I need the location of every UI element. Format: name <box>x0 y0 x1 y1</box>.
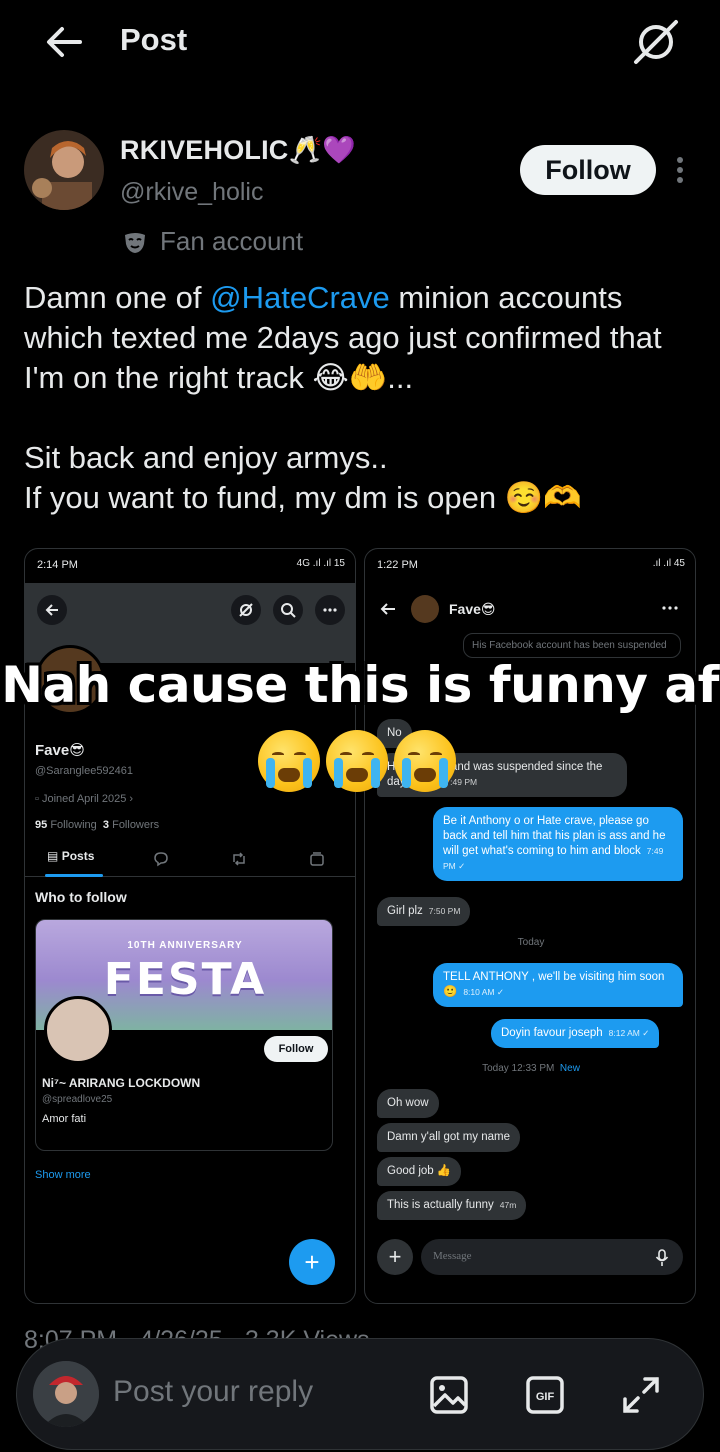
author-avatar[interactable] <box>24 130 104 210</box>
day-separator: Today <box>517 937 545 948</box>
more-options-icon <box>315 595 345 625</box>
back-arrow-icon <box>380 603 395 615</box>
media-tab-icon <box>310 852 324 866</box>
author-handle[interactable]: @rkive_holic <box>120 178 263 207</box>
profile-handle: @Saranglee592461 <box>35 765 134 777</box>
image-icon[interactable] <box>427 1373 471 1417</box>
banner-anniversary-text: 10TH ANNIVERSARY <box>127 940 243 951</box>
user-avatar <box>33 1361 99 1427</box>
chat-name: Fave😎 <box>449 601 496 617</box>
crying-face-icon <box>258 730 320 792</box>
message-in: Damn y'all got my name <box>377 1123 520 1152</box>
suggested-name: Ni⁷~ ARIRANG LOCKDOWN <box>42 1076 201 1090</box>
new-messages-separator: Today 12:33 PM New <box>365 1063 695 1074</box>
post-text: Damn one of @HateCrave minion accounts w… <box>24 278 704 518</box>
suggested-bio: Amor fati <box>42 1113 87 1125</box>
tab-posts: ▤ Posts <box>47 849 94 863</box>
back-arrow-icon <box>37 595 67 625</box>
reply-input[interactable]: Post your reply <box>113 1375 313 1409</box>
message-in: This is actually funny 47m <box>377 1191 527 1220</box>
gif-icon[interactable]: GIF <box>523 1373 567 1417</box>
author-display-name[interactable]: RKIVEHOLIC🥂💜 <box>120 134 356 166</box>
fan-account-label: Fan account <box>122 226 303 257</box>
post-text-part2: minion accounts which texted me 2days ag… <box>24 280 662 515</box>
chat-avatar <box>411 595 439 623</box>
status-indicators: 4G .ıl .ıl 15 <box>296 558 345 569</box>
more-options-icon[interactable] <box>668 150 692 190</box>
overlay-caption: Nah cause this is funny af <box>1 656 719 714</box>
message-time: 8:10 AM ✓ <box>463 987 504 997</box>
message-text: Oh wow <box>387 1097 429 1109</box>
separator-time: Today 12:33 PM <box>482 1063 555 1074</box>
posts-icon: ▤ <box>47 849 59 863</box>
svg-text:GIF: GIF <box>536 1391 555 1403</box>
fan-account-text: Fan account <box>160 226 304 256</box>
follow-button[interactable]: Follow <box>520 145 656 195</box>
status-time: 1:22 PM <box>377 559 418 571</box>
message-text: Be it Anthony o or Hate crave, please go… <box>443 815 666 857</box>
message-text: Doyin favour joseph <box>501 1027 603 1039</box>
mention-link[interactable]: @HateCrave <box>210 280 390 315</box>
profile-tabs: ▤ Posts <box>25 841 355 877</box>
message-out: TELL ANTHONY , we'll be visiting him soo… <box>433 963 683 1007</box>
top-bar: Post <box>0 0 720 86</box>
profile-name: Fave😎 <box>35 742 85 759</box>
followers-count: 3 <box>102 819 110 831</box>
follow-counts: 95 Following 3 Followers <box>35 819 159 831</box>
grok-icon[interactable] <box>628 16 684 68</box>
crying-face-icon <box>394 730 456 792</box>
back-arrow-icon[interactable] <box>40 20 88 64</box>
tab-active-indicator <box>45 874 103 877</box>
following-count: 95 <box>35 819 48 831</box>
reply-icon <box>154 852 168 867</box>
reply-bar[interactable]: Post your reply GIF <box>16 1338 704 1450</box>
following-label: Following <box>50 819 97 831</box>
crying-face-icon <box>326 730 388 792</box>
microphone-icon <box>655 1249 669 1266</box>
page-title: Post <box>120 22 188 57</box>
message-text: Damn y'all got my name <box>387 1131 510 1143</box>
followers-label: Followers <box>112 819 160 831</box>
system-message: His Facebook account has been suspended <box>463 633 681 658</box>
message-input: Message <box>421 1239 683 1275</box>
message-time: 47m <box>499 1200 517 1210</box>
status-indicators: .ıl .ıl 45 <box>652 558 685 569</box>
message-in: Oh wow <box>377 1089 439 1118</box>
status-bar: 2:14 PM 4G .ıl .ıl 15 <box>25 549 355 583</box>
calendar-icon: ▫ <box>35 793 39 805</box>
message-time: 8:12 AM ✓ <box>608 1028 650 1038</box>
message-in: Good job 👍 <box>377 1157 462 1186</box>
suggested-follow-button: Follow <box>264 1036 328 1062</box>
message-in: Girl plz 7:50 PM <box>377 897 471 926</box>
suggested-avatar <box>44 996 112 1064</box>
message-time: 7:50 PM <box>428 906 461 916</box>
status-bar: 1:22 PM .ıl .ıl 45 <box>365 549 695 583</box>
compose-fab: + <box>289 1239 335 1285</box>
post-text-part1: Damn one of <box>24 280 211 315</box>
message-out: Doyin favour joseph 8:12 AM ✓ <box>491 1019 660 1048</box>
suggested-account-card: 10TH ANNIVERSARY FESTA Follow Ni⁷~ ARIRA… <box>35 919 333 1151</box>
status-time: 2:14 PM <box>37 559 78 571</box>
tab-posts-label: Posts <box>61 849 95 863</box>
suggested-handle: @spreadlove25 <box>42 1094 113 1105</box>
who-to-follow-heading: Who to follow <box>35 889 127 905</box>
show-more-link: Show more <box>35 1169 91 1181</box>
post-author: RKIVEHOLIC🥂💜 @rkive_holic Fan account Fo… <box>0 120 720 270</box>
repost-icon <box>233 852 245 866</box>
mask-icon <box>125 232 145 253</box>
search-icon <box>273 595 303 625</box>
add-attachment-button: + <box>377 1239 413 1275</box>
expand-icon[interactable] <box>619 1373 663 1417</box>
new-label: New <box>559 1063 580 1074</box>
joined-date: ▫ Joined April 2025 › <box>35 793 133 805</box>
crying-emoji-group <box>258 730 468 800</box>
message-text: Girl plz <box>387 905 423 917</box>
message-out: Be it Anthony o or Hate crave, please go… <box>433 807 683 881</box>
more-options-icon <box>662 606 678 610</box>
joined-text: Joined April 2025 › <box>41 793 134 805</box>
message-text: Good job 👍 <box>387 1165 452 1177</box>
grok-icon <box>231 595 261 625</box>
message-text: This is actually funny <box>387 1199 494 1211</box>
